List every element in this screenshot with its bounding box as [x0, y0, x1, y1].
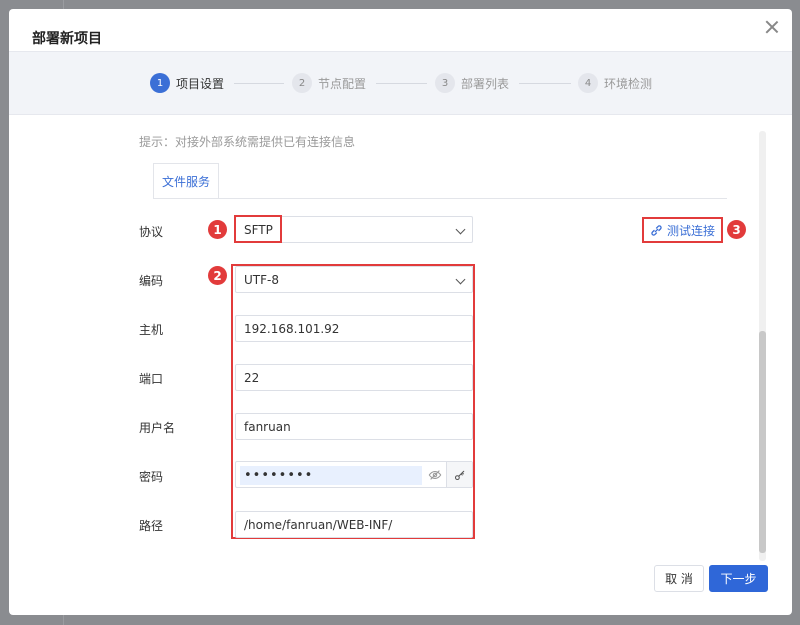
chevron-down-icon — [455, 274, 466, 285]
next-step-button[interactable]: 下一步 — [709, 565, 768, 592]
tab-divider — [153, 198, 727, 199]
step-label: 节点配置 — [318, 76, 367, 91]
chevron-down-icon — [455, 224, 466, 235]
port-label: 端口 — [139, 372, 164, 386]
link-icon — [651, 224, 662, 236]
step-project-settings[interactable]: 1 项目设置 — [150, 73, 224, 93]
tab-file-service[interactable]: 文件服务 — [153, 163, 219, 199]
step-number: 3 — [435, 73, 455, 93]
step-label: 部署列表 — [461, 76, 510, 91]
annotation-badge-1: 1 — [208, 220, 227, 239]
port-input[interactable]: 22 — [235, 364, 473, 391]
steps-bar: 1 项目设置 2 节点配置 3 部署列表 4 环境检测 — [9, 51, 792, 115]
step-connector — [519, 83, 571, 84]
close-icon[interactable] — [764, 19, 780, 35]
encoding-value: UTF-8 — [244, 272, 279, 287]
step-number: 4 — [578, 73, 598, 93]
host-input[interactable]: 192.168.101.92 — [235, 315, 473, 342]
cancel-button[interactable]: 取 消 — [654, 565, 704, 592]
key-button[interactable] — [446, 462, 472, 487]
step-label: 环境检测 — [604, 76, 653, 91]
annotation-badge-2: 2 — [208, 266, 227, 285]
scrollbar-thumb[interactable] — [759, 331, 766, 553]
test-connection-label: 测试连接 — [666, 223, 715, 238]
password-field: •••••••• — [235, 461, 473, 488]
eye-off-icon[interactable] — [428, 468, 442, 482]
step-node-config[interactable]: 2 节点配置 — [292, 73, 366, 93]
path-input[interactable]: /home/fanruan/WEB-INF/ — [235, 511, 473, 538]
hint-text: 提示：对接外部系统需提供已有连接信息 — [139, 135, 356, 149]
host-label: 主机 — [139, 323, 164, 337]
step-number: 1 — [150, 73, 170, 93]
protocol-label: 协议 — [139, 225, 164, 239]
password-input[interactable]: •••••••• — [240, 466, 422, 485]
step-connector — [376, 83, 427, 84]
dialog-title: 部署新项目 — [32, 31, 102, 47]
step-label: 项目设置 — [176, 76, 225, 91]
protocol-highlight — [234, 215, 282, 243]
encoding-label: 编码 — [139, 274, 164, 288]
test-connection-button[interactable]: 测试连接 — [642, 217, 723, 243]
path-label: 路径 — [139, 519, 164, 533]
connection-fields-highlight — [231, 264, 475, 539]
username-input[interactable]: fanruan — [235, 413, 473, 440]
deploy-dialog: 部署新项目 1 项目设置 2 节点配置 3 部署列表 4 环境检测 提示：对接外… — [9, 9, 792, 615]
annotation-badge-3: 3 — [727, 220, 746, 239]
encoding-select[interactable]: UTF-8 — [235, 266, 473, 293]
step-connector — [234, 83, 284, 84]
username-label: 用户名 — [139, 421, 176, 435]
step-env-check[interactable]: 4 环境检测 — [578, 73, 652, 93]
step-number: 2 — [292, 73, 312, 93]
key-icon — [454, 470, 464, 480]
step-deploy-list[interactable]: 3 部署列表 — [435, 73, 509, 93]
password-label: 密码 — [139, 470, 164, 484]
